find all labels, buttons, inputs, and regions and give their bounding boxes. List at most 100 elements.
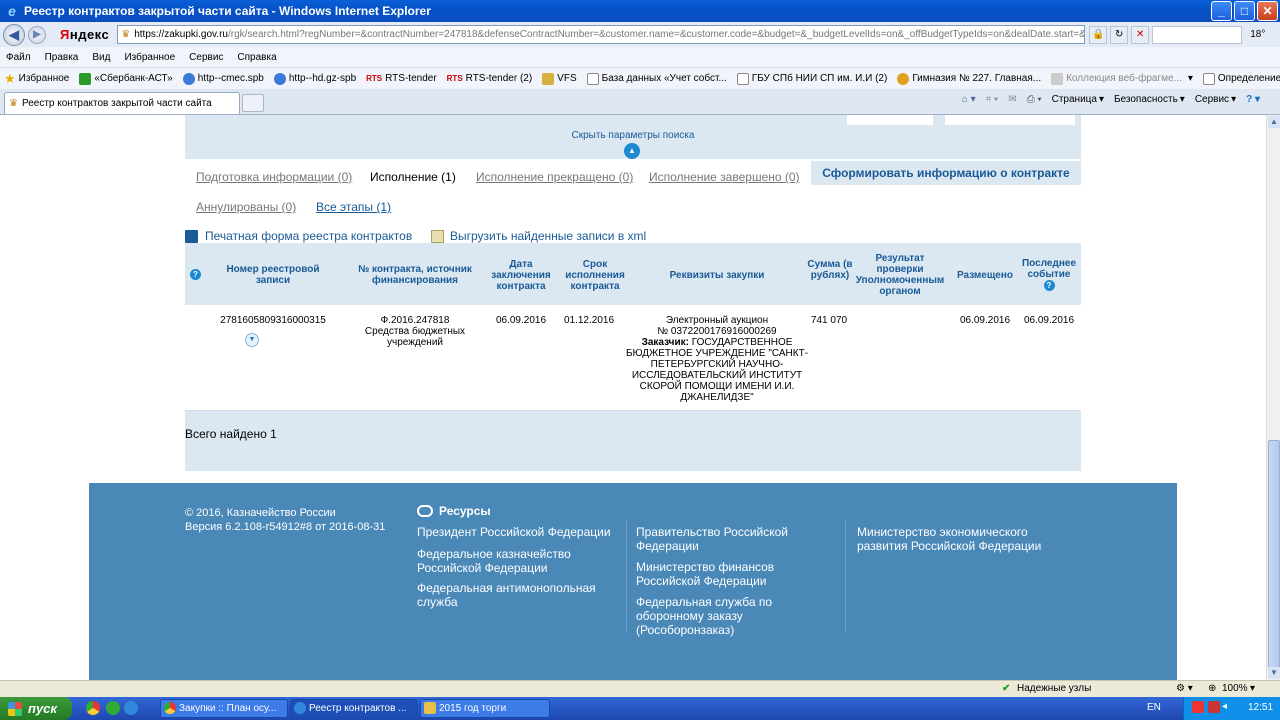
home-icon[interactable]: ⌂ ▾ xyxy=(962,94,976,105)
vertical-scrollbar[interactable]: ▲ ▼ xyxy=(1266,115,1280,680)
tab-stopped[interactable]: Исполнение прекращено (0) xyxy=(476,170,633,184)
footer-link-mineconomy[interactable]: Министерство экономического развития Рос… xyxy=(857,525,1057,553)
start-button[interactable]: пуск xyxy=(0,697,72,720)
chevron-down-icon: ▾ xyxy=(1098,94,1104,105)
fav-label: http--cmec.spb xyxy=(197,73,264,84)
footer-link-minfin[interactable]: Министерство финансов Российской Федерац… xyxy=(636,560,836,588)
col-contract-date: Дата заключения контракта xyxy=(491,259,551,292)
taskbar-item-registry[interactable]: Реестр контрактов ... xyxy=(290,699,418,718)
scroll-up-arrow[interactable]: ▲ xyxy=(1268,116,1280,128)
taskbar-item-zakupki[interactable]: Закупки :: План осу... xyxy=(160,699,288,718)
cmd-tools[interactable]: Сервис xyxy=(1195,94,1229,105)
address-path: /rgk/search.html?regNumber=&contractNumb… xyxy=(227,29,1086,40)
fav-cmec[interactable]: http--cmec.spb xyxy=(182,72,264,85)
scroll-down-arrow[interactable]: ▼ xyxy=(1268,667,1280,679)
expand-icon[interactable]: ▼ xyxy=(245,333,259,347)
browser-tab[interactable]: ♛ Реестр контрактов закрытой части сайта xyxy=(4,92,240,114)
ie-page-icon xyxy=(182,72,195,85)
clock[interactable]: 12:51 xyxy=(1248,702,1273,713)
tab-cancelled[interactable]: Аннулированы (0) xyxy=(196,200,296,214)
generate-contract-info-button[interactable]: Сформировать информацию о контракте xyxy=(811,161,1081,185)
fav-db[interactable]: База данных «Учет собст... xyxy=(586,72,727,85)
table-row[interactable]: 2781605809316000315 ▼ Ф.2016.247818 Сред… xyxy=(185,305,1081,411)
chevron-down-icon: ▾ xyxy=(1179,94,1185,105)
menu-favorites[interactable]: Избранное xyxy=(124,52,175,63)
menu-help[interactable]: Справка xyxy=(237,52,276,63)
collapse-icon[interactable]: ▲ xyxy=(624,143,640,159)
footer-link-fas[interactable]: Федеральная антимонопольная служба xyxy=(417,581,617,609)
check-icon: ✔ xyxy=(1002,683,1011,694)
address-row: ◀ ▶ Яндекс ♛ https://zakupki.gov.ru/rgk/… xyxy=(0,22,1280,47)
stop-icon[interactable]: ✕ xyxy=(1131,25,1150,44)
menu-tools[interactable]: Сервис xyxy=(189,52,223,63)
fav-vfs[interactable]: VFS xyxy=(542,72,577,85)
menu-file[interactable]: Файл xyxy=(6,52,31,63)
col-exec-term: Срок исполнения контракта xyxy=(565,259,625,292)
tab-completed[interactable]: Исполнение завершено (0) xyxy=(649,170,800,184)
protected-mode-icon[interactable]: ⚙ ▾ xyxy=(1176,683,1193,694)
refresh-icon[interactable]: ↻ xyxy=(1110,25,1129,44)
menu-edit[interactable]: Правка xyxy=(45,52,79,63)
address-bar[interactable]: ♛ https://zakupki.gov.ru/rgk/search.html… xyxy=(117,25,1086,44)
tray-app-icon[interactable] xyxy=(1208,701,1220,713)
page-icon xyxy=(736,72,749,85)
footer-link-treasury[interactable]: Федеральное казначейство Российской Феде… xyxy=(417,547,617,575)
menu-view[interactable]: Вид xyxy=(92,52,110,63)
help-icon[interactable]: ? xyxy=(190,269,201,280)
col-placed: Размещено xyxy=(956,270,1014,281)
back-button[interactable]: ◀ xyxy=(3,23,25,46)
app-icon[interactable] xyxy=(106,701,120,715)
antivirus-icon[interactable] xyxy=(1192,701,1204,713)
export-xml-link[interactable]: Выгрузить найденные записи в xml xyxy=(431,229,646,243)
new-tab-button[interactable] xyxy=(242,94,264,112)
purchase-number[interactable]: № 0372200176916000269 xyxy=(657,326,776,337)
tab-preparation[interactable]: Подготовка информации (0) xyxy=(196,170,352,184)
tab-execution[interactable]: Исполнение (1) xyxy=(370,170,456,184)
footer-link-president[interactable]: Президент Российской Федерации xyxy=(417,525,617,539)
footer: © 2016, Казначейство России Версия 6.2.1… xyxy=(89,483,1177,680)
fav-gym[interactable]: Гимназия № 227. Главная... xyxy=(897,72,1041,85)
fav-webslice[interactable]: Коллекция веб-фрагме... ▾ xyxy=(1051,72,1193,85)
fav-rts[interactable]: RTS RTS-tender xyxy=(366,73,437,84)
fav-supplier[interactable]: Определение поставщика xyxy=(1202,72,1280,85)
minimize-button[interactable]: _ xyxy=(1211,1,1232,21)
fav-sberbank[interactable]: «Сбербанк-АСТ» xyxy=(79,72,173,85)
scroll-thumb[interactable] xyxy=(1268,440,1280,672)
maximize-button[interactable]: □ xyxy=(1234,1,1255,21)
chrome-icon[interactable] xyxy=(86,701,100,715)
print-form-label: Печатная форма реестра контрактов xyxy=(205,229,413,243)
taskbar-item-folder[interactable]: 2015 год торги xyxy=(420,699,550,718)
ie-icon[interactable] xyxy=(124,701,138,715)
footer-link-government[interactable]: Правительство Российской Федерации xyxy=(636,525,836,553)
tab-label: Реестр контрактов закрытой части сайта xyxy=(21,98,212,109)
fav-gbu[interactable]: ГБУ СПб НИИ СП им. И.И (2) xyxy=(736,72,887,85)
rss-icon[interactable]: ⌗ ▾ xyxy=(986,94,999,105)
close-button[interactable]: ✕ xyxy=(1257,1,1278,21)
language-indicator[interactable]: EN xyxy=(1147,702,1161,713)
chevron-down-icon: ▾ xyxy=(1231,94,1237,105)
address-host: https://zakupki.gov.ru xyxy=(134,29,228,40)
volume-icon[interactable]: ◂ xyxy=(1222,701,1227,712)
lock-icon[interactable]: 🔒 xyxy=(1089,25,1108,44)
tab-all-stages[interactable]: Все этапы (1) xyxy=(316,200,391,214)
fav-hd-gz[interactable]: http--hd.gz-spb xyxy=(273,72,356,85)
cmd-security[interactable]: Безопасность xyxy=(1114,94,1178,105)
zoom-level[interactable]: 100% xyxy=(1222,683,1248,694)
footer-link-rosoboronzakaz[interactable]: Федеральная служба по оборонному заказу … xyxy=(636,595,836,637)
cell-reg-number[interactable]: 2781605809316000315 xyxy=(215,315,331,326)
taskbar: пуск Закупки :: План осу... Реестр контр… xyxy=(0,697,1280,720)
print-icon[interactable]: ⎙ ▾ xyxy=(1027,94,1042,105)
contract-number[interactable]: Ф.2016.247818 xyxy=(381,315,450,326)
print-form-link[interactable]: Печатная форма реестра контрактов xyxy=(185,229,412,243)
help-icon[interactable]: ? ▾ xyxy=(1246,94,1260,105)
forward-button[interactable]: ▶ xyxy=(28,25,46,44)
fav-rts2[interactable]: RTS RTS-tender (2) xyxy=(447,73,533,84)
chevron-down-icon[interactable]: ▾ xyxy=(1250,683,1255,694)
favorites-button[interactable]: ★ Избранное xyxy=(4,71,69,87)
ie-page-icon xyxy=(273,72,286,85)
cmd-page[interactable]: Страница xyxy=(1052,94,1097,105)
hide-search-link[interactable]: Скрыть параметры поиска xyxy=(185,130,1081,141)
mail-icon[interactable]: ✉ xyxy=(1008,94,1016,105)
help-icon[interactable]: ? xyxy=(1043,280,1055,291)
search-box[interactable] xyxy=(1152,25,1243,44)
